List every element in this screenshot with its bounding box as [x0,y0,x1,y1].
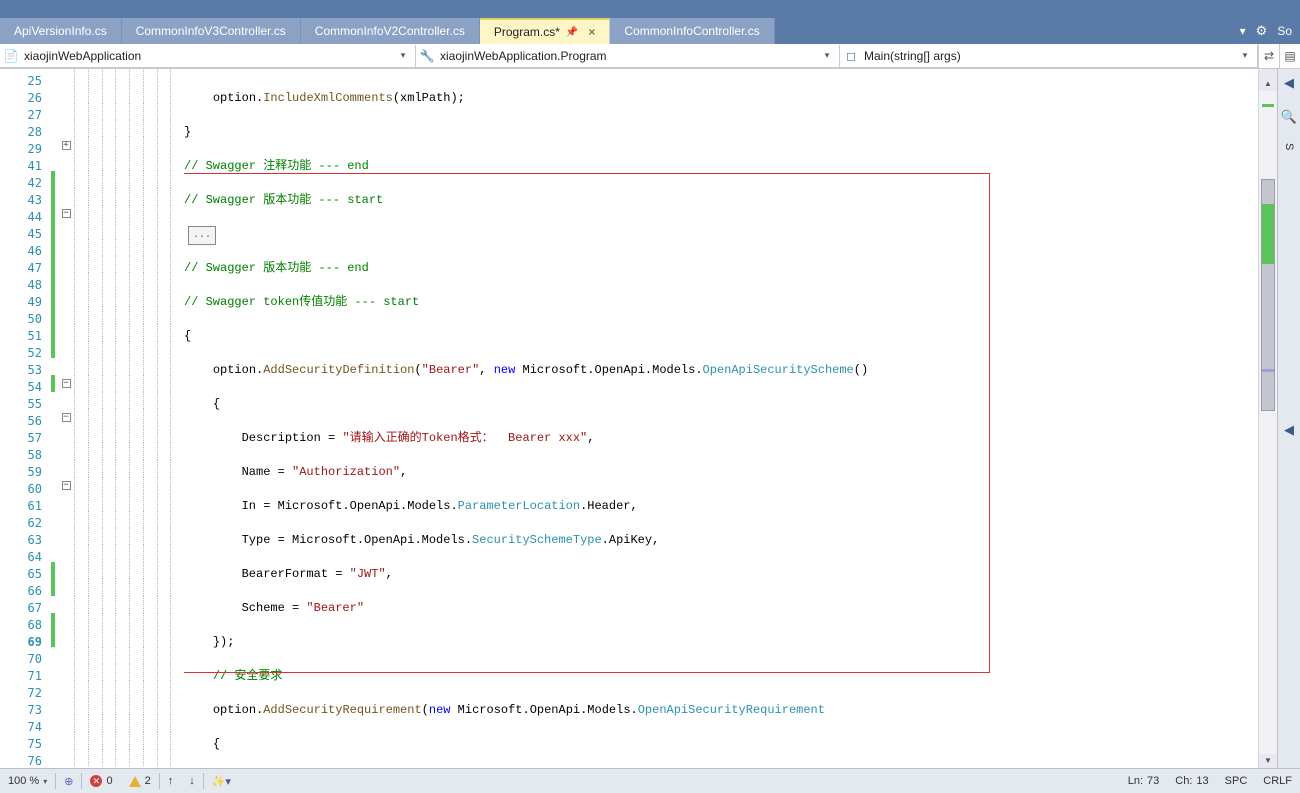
tab-program-cs[interactable]: Program.cs* 📌 × [480,18,611,44]
zoom-level[interactable]: 100 % ▾ [0,775,55,787]
code-area[interactable]: option.IncludeXmlComments(xmlPath); } //… [184,69,1258,768]
caret-marker [1262,369,1274,372]
tab-commoninfo[interactable]: CommonInfoController.cs [610,18,774,44]
change-marker-gutter [50,69,58,768]
method-icon: ◻ [840,49,862,63]
fold-toggle[interactable]: + [62,141,71,150]
type-scope-dropdown[interactable]: 🔧 xiaojinWebApplication.Program ▾ [416,45,840,68]
arrow-left-icon[interactable]: ◀ [1284,75,1294,91]
tabs-overflow-menu[interactable]: ▾ [1240,24,1246,38]
vertical-scrollbar[interactable]: ▲ ▼ [1258,69,1277,768]
tab-apiversioninfo[interactable]: ApiVersionInfo.cs [0,18,122,44]
member-scope-dropdown[interactable]: ◻ Main(string[] args) ▾ [840,45,1258,68]
document-tabs: ApiVersionInfo.cs CommonInfoV3Controller… [0,18,1300,44]
annotation-highlight-box [184,173,990,673]
pin-icon[interactable]: 📌 [566,27,578,38]
fold-toggle[interactable]: − [62,481,71,490]
error-count[interactable]: ✕0 [82,775,120,787]
navigation-bar: 📄 xiaojinWebApplication ▾ 🔧 xiaojinWebAp… [0,44,1300,69]
search-icon[interactable]: 🔍 [1281,109,1297,125]
side-label: So [1277,24,1292,38]
tab-commoninfov3[interactable]: CommonInfoV3Controller.cs [122,18,301,44]
code-editor[interactable]: 2526272829414243444546474849505152535455… [0,69,1277,768]
warning-count[interactable]: 2 [121,775,159,787]
fold-toggle[interactable]: − [62,379,71,388]
arrow-left-icon[interactable]: ◀ [1284,422,1294,438]
caret-col: Ch: 13 [1167,775,1216,787]
chevron-down-icon: ▾ [395,50,415,61]
line-number-gutter: 2526272829414243444546474849505152535455… [0,69,50,768]
outlining-gutter[interactable]: + − − − − [58,69,74,768]
caret-line: Ln: 73 [1120,775,1168,787]
output-indicator[interactable]: ⊕ [56,775,81,788]
main-toolbar[interactable] [0,0,1300,18]
search-label: S [1283,143,1295,150]
change-marker [1262,104,1274,107]
collapsed-tool-window[interactable]: ◀ 🔍 S ◀ [1277,69,1300,768]
indent-mode[interactable]: SPC [1217,775,1256,787]
scroll-up-button[interactable]: ▲ [1259,77,1277,91]
chevron-down-icon: ▾ [819,50,839,61]
nav-fwd-button[interactable]: ↓ [181,775,203,787]
indent-guides [74,69,184,768]
close-icon[interactable]: × [588,25,595,39]
intellicode-button[interactable]: ✨▾ [204,775,239,788]
change-marker [1262,204,1274,264]
class-icon: 🔧 [416,49,438,63]
swap-button[interactable]: ⇄ [1258,44,1279,68]
status-bar: 100 % ▾ ⊕ ✕0 2 ↑ ↓ ✨▾ Ln: 73 Ch: 13 SPC … [0,768,1300,793]
split-button[interactable]: ▤ [1279,44,1300,68]
project-icon: 📄 [0,49,22,63]
line-ending[interactable]: CRLF [1255,775,1300,787]
fold-toggle[interactable]: − [62,209,71,218]
chevron-down-icon: ▾ [1237,50,1257,61]
gear-icon[interactable]: ⚙ [1256,23,1268,39]
scroll-down-button[interactable]: ▼ [1259,754,1277,768]
tab-commoninfov2[interactable]: CommonInfoV2Controller.cs [301,18,480,44]
fold-toggle[interactable]: − [62,413,71,422]
collapsed-region[interactable]: ... [188,226,216,245]
project-scope-dropdown[interactable]: 📄 xiaojinWebApplication ▾ [0,45,416,68]
nav-back-button[interactable]: ↑ [160,775,182,787]
